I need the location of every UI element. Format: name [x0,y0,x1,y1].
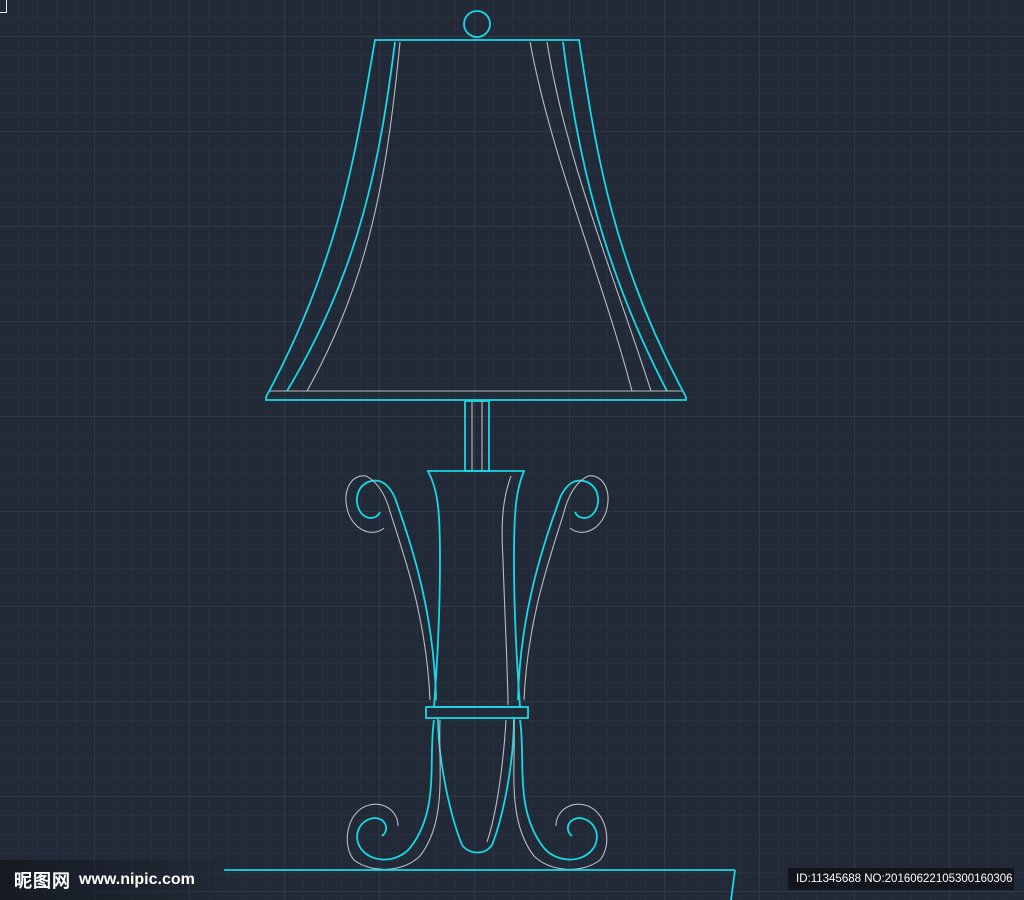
lamp-stem [464,400,490,472]
lamp-foot-left-outline [346,719,441,870]
lamp-shade-pleat-left [306,41,401,392]
watermark-url: www.nipic.com [79,871,195,888]
lamp-arm-upper-right [517,479,599,701]
lamp-vase-collar [425,706,529,719]
watermark-logo: 昵图网 [14,871,71,892]
table-edge-line [730,869,736,900]
lamp-vase-detail [501,475,512,706]
lamp-finial [463,10,491,38]
lamp-vase-body [426,470,526,708]
lamp-shade-outline [265,39,687,401]
lamp-arm-upper-left [356,479,437,701]
lamp-foot-right-outline [513,719,608,870]
lamp-shade-pleat-right-2 [546,41,652,392]
lamp-shade-pleat-right-1 [529,41,633,392]
image-id-label: ID:11345688 NO:20160622105300160306 [788,868,1014,890]
lamp-foot-left [356,719,435,861]
lamp-vase-bulb [437,717,515,854]
lamp-drawing [224,10,736,900]
lamp-vase-bulb-detail [486,719,507,843]
lamp-foot-right [519,719,598,861]
lamp-shade-inner-right [562,41,668,392]
watermark-banner: 昵图网 www.nipic.com [0,860,240,900]
cad-drawing-canvas[interactable] [0,0,1024,900]
lamp-shade-inner-left [286,41,396,392]
